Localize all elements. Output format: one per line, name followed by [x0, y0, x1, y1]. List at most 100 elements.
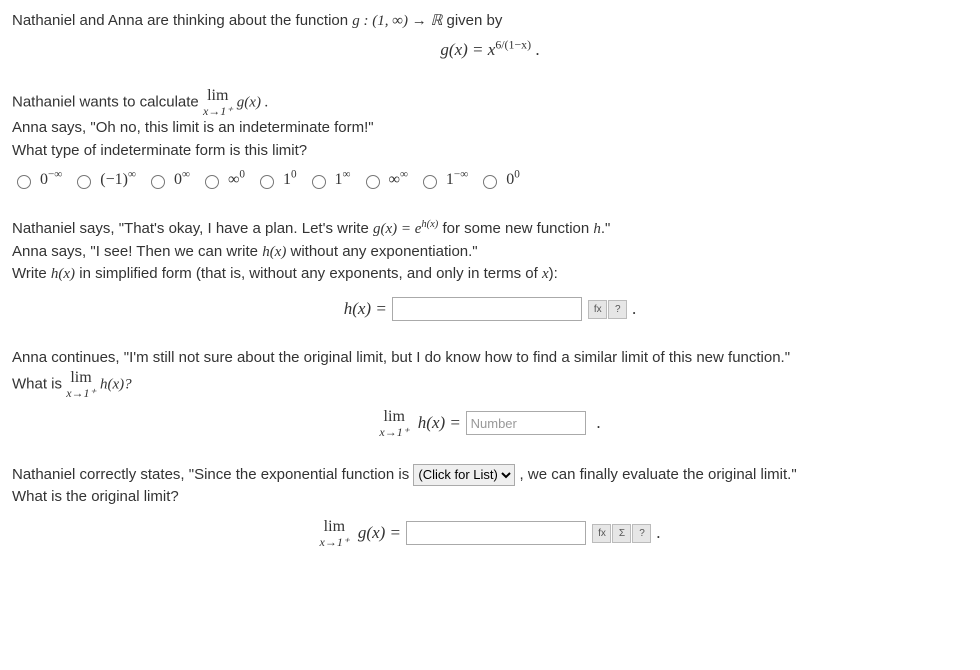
- opt3-exp: 0: [239, 169, 245, 181]
- continuity-dropdown[interactable]: (Click for List): [413, 464, 515, 486]
- p2-anna-a: Anna says, "I see! Then we can write: [12, 243, 262, 260]
- gx-iconbar: fx Σ ?: [592, 524, 651, 543]
- p2-text-a: Nathaniel says, "That's okay, I have a p…: [12, 220, 373, 237]
- lim-gx-input[interactable]: [406, 521, 586, 545]
- opt5-exp: ∞: [343, 169, 351, 181]
- option-3[interactable]: ∞0: [200, 168, 245, 192]
- opt3-base: ∞: [228, 171, 239, 188]
- equation-editor-icon[interactable]: fx: [592, 524, 611, 543]
- option-7[interactable]: 1−∞: [418, 168, 468, 192]
- g-def-lhs: g(x) =: [440, 40, 487, 59]
- p3-eq-row: lim x→1⁺ h(x) = .: [12, 409, 968, 438]
- p3-lim-bot: x→1⁺: [66, 387, 96, 399]
- p4-eq-row: lim x→1⁺ g(x) = fx Σ ? .: [12, 519, 968, 548]
- intro-line: Nathaniel and Anna are thinking about th…: [12, 10, 968, 33]
- option-2[interactable]: 0∞: [146, 168, 190, 192]
- p2-gexp: h(x): [421, 219, 438, 230]
- radio-1[interactable]: [77, 175, 91, 189]
- p2-text-c: .": [601, 220, 611, 237]
- radio-0[interactable]: [17, 175, 31, 189]
- option-8[interactable]: 00: [478, 168, 520, 192]
- p4-lim: lim x→1⁺: [320, 519, 350, 548]
- option-6[interactable]: ∞∞: [361, 168, 408, 192]
- opt4-base: 1: [283, 171, 291, 188]
- p2-write-a: Write: [12, 265, 51, 282]
- p3-lim: lim x→1⁺: [66, 370, 96, 399]
- part2-line2: Anna says, "I see! Then we can write h(x…: [12, 241, 968, 264]
- opt0-exp: −∞: [48, 169, 62, 181]
- opt0-base: 0: [40, 171, 48, 188]
- part3: Anna continues, "I'm still not sure abou…: [12, 347, 968, 438]
- radio-7[interactable]: [423, 175, 437, 189]
- lim-top: lim: [207, 88, 228, 104]
- p2-hx2: h(x): [51, 266, 75, 282]
- option-0[interactable]: 0−∞: [12, 168, 62, 192]
- p2-write-b: in simplified form (that is, without any…: [75, 265, 542, 282]
- p3-hx: h(x)?: [100, 376, 132, 392]
- p2-write-c: ):: [549, 265, 558, 282]
- p2-hx: h(x): [262, 244, 286, 260]
- option-4[interactable]: 10: [255, 168, 297, 192]
- radio-6[interactable]: [366, 175, 380, 189]
- p4-gx-eq: g(x) =: [358, 523, 401, 542]
- opt8-exp: 0: [514, 169, 520, 181]
- gx-text: g(x) .: [237, 94, 269, 110]
- part2: Nathaniel says, "That's okay, I have a p…: [12, 218, 968, 321]
- p2-text-b: for some new function: [438, 220, 593, 237]
- p2-h: h: [593, 221, 601, 237]
- lim-bot: x→1⁺: [203, 105, 233, 117]
- p4-period: .: [656, 523, 660, 542]
- radio-8[interactable]: [483, 175, 497, 189]
- g-declaration: g : (1, ∞) → ℝ: [352, 13, 442, 29]
- p3-eq-lim-bot: x→1⁺: [379, 426, 409, 438]
- part1-question: What type of indeterminate form is this …: [12, 140, 968, 163]
- part3-line2: What is lim x→1⁺ h(x)?: [12, 370, 968, 399]
- p2-geq: g(x) = e: [373, 221, 421, 237]
- symbols-icon[interactable]: Σ: [612, 524, 631, 543]
- option-5[interactable]: 1∞: [307, 168, 351, 192]
- hx-equation-row: h(x) = fx ? .: [12, 296, 968, 322]
- radio-3[interactable]: [205, 175, 219, 189]
- p3-lim-top: lim: [70, 370, 91, 386]
- hx-eq-label: h(x) =: [344, 299, 387, 318]
- p3-eq-lim: lim x→1⁺: [379, 409, 409, 438]
- g-def-period: .: [531, 40, 540, 59]
- p2-anna-b: without any exponentiation.": [286, 243, 477, 260]
- anna-quote-1: Anna says, "Oh no, this limit is an inde…: [12, 117, 968, 140]
- radio-4[interactable]: [260, 175, 274, 189]
- hx-input[interactable]: [392, 297, 582, 321]
- part4-question: What is the original limit?: [12, 486, 968, 509]
- limit-notation: lim x→1⁺: [203, 88, 233, 117]
- opt5-base: 1: [335, 171, 343, 188]
- help-icon[interactable]: ?: [608, 300, 627, 319]
- part1: Nathaniel wants to calculate lim x→1⁺ g(…: [12, 88, 968, 162]
- radio-5[interactable]: [312, 175, 326, 189]
- part1-text-a: Nathaniel wants to calculate: [12, 93, 203, 110]
- p4-text-a: Nathaniel correctly states, "Since the e…: [12, 466, 413, 483]
- p3-period: .: [596, 413, 600, 432]
- help-icon[interactable]: ?: [632, 524, 651, 543]
- equation-editor-icon[interactable]: fx: [588, 300, 607, 319]
- part4-line1: Nathaniel correctly states, "Since the e…: [12, 464, 968, 487]
- opt2-exp: ∞: [182, 169, 190, 181]
- intro-text-b: given by: [447, 12, 503, 29]
- opt1-exp: ∞: [128, 169, 136, 181]
- lim-hx-input[interactable]: [466, 411, 586, 435]
- opt7-base: 1: [446, 171, 454, 188]
- p3-q-a: What is: [12, 375, 66, 392]
- option-1[interactable]: (−1)∞: [72, 168, 136, 192]
- part2-line3: Write h(x) in simplified form (that is, …: [12, 263, 968, 286]
- g-definition: g(x) = x6/(1−x) .: [12, 37, 968, 63]
- p4-text-b: , we can finally evaluate the original l…: [520, 466, 797, 483]
- hx-period: .: [632, 299, 636, 318]
- radio-2[interactable]: [151, 175, 165, 189]
- opt4-exp: 0: [291, 169, 297, 181]
- opt2-base: 0: [174, 171, 182, 188]
- options-row: 0−∞ (−1)∞ 0∞ ∞0 10 1∞ ∞∞ 1−∞ 00: [12, 168, 968, 192]
- opt7-exp: −∞: [454, 169, 468, 181]
- part3-line1: Anna continues, "I'm still not sure abou…: [12, 347, 968, 370]
- part4: Nathaniel correctly states, "Since the e…: [12, 464, 968, 548]
- part1-line1: Nathaniel wants to calculate lim x→1⁺ g(…: [12, 88, 968, 117]
- p2-x: x: [542, 266, 549, 282]
- p4-lim-top: lim: [324, 519, 345, 535]
